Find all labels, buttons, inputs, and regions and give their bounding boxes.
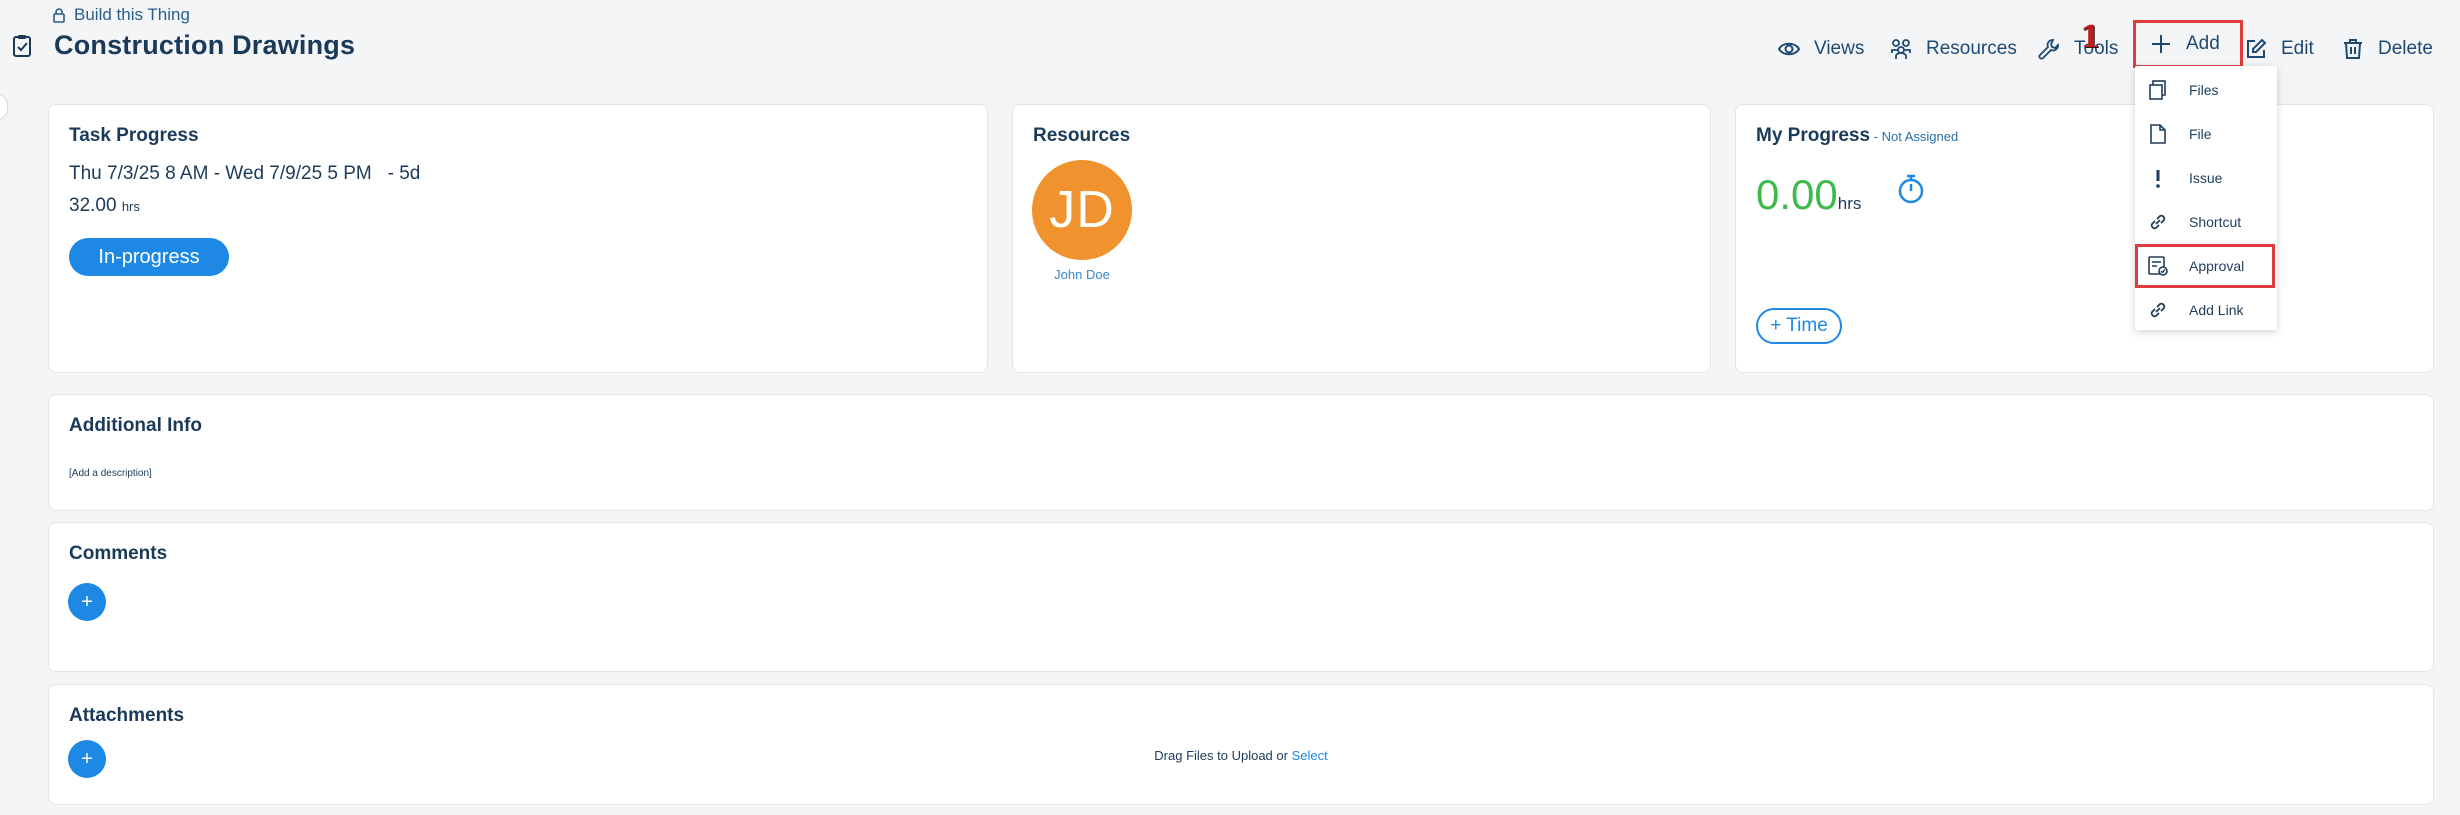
- people-icon: [1891, 39, 1911, 59]
- eye-icon: [1778, 42, 1800, 56]
- menu-item-files[interactable]: Files: [2135, 68, 2277, 112]
- views-button[interactable]: Views: [1778, 32, 1864, 66]
- add-description-link[interactable]: [Add a description]: [69, 468, 152, 479]
- menu-item-add-link[interactable]: Add Link: [2135, 288, 2277, 332]
- plus-icon: [2152, 35, 2170, 53]
- drag-upload-label: Drag Files to Upload or: [1154, 748, 1292, 763]
- attachments-card: Attachments + Drag Files to Upload or Se…: [48, 684, 2434, 805]
- delete-button[interactable]: Delete: [2342, 32, 2433, 66]
- files-icon: [2147, 79, 2169, 101]
- approval-icon: [2147, 255, 2169, 277]
- breadcrumb-label[interactable]: Build this Thing: [74, 5, 190, 25]
- link-icon: [2147, 211, 2169, 233]
- my-progress-heading: My Progress - Not Assigned: [1756, 125, 1958, 147]
- my-progress-card: My Progress - Not Assigned 0.00hrs + Tim…: [1735, 104, 2434, 373]
- drag-upload-text: Drag Files to Upload or Select: [49, 748, 2433, 763]
- status-badge[interactable]: In-progress: [69, 238, 229, 276]
- comments-card: Comments +: [48, 522, 2434, 672]
- edit-label: Edit: [2281, 38, 2314, 59]
- step-marker-1: 1: [2080, 20, 2101, 55]
- lock-icon: [53, 7, 65, 23]
- my-progress-title: My Progress: [1756, 125, 1871, 146]
- menu-item-label: Files: [2189, 82, 2219, 98]
- task-date-range: Thu 7/3/25 8 AM - Wed 7/9/25 5 PM - 5d: [69, 163, 421, 184]
- menu-item-label: Approval: [2189, 258, 2245, 274]
- menu-item-label: Issue: [2189, 170, 2223, 186]
- menu-item-label: Add Link: [2189, 302, 2244, 318]
- add-label: Add: [2186, 33, 2220, 54]
- menu-item-issue[interactable]: Issue: [2135, 156, 2277, 200]
- task-hours-value: 32.00: [69, 195, 117, 216]
- link-icon: [2147, 299, 2169, 321]
- task-clipboard-icon: [13, 34, 31, 57]
- additional-info-card: Additional Info [Add a description]: [48, 394, 2434, 511]
- resources-label: Resources: [1926, 38, 2017, 59]
- task-progress-heading: Task Progress: [69, 125, 199, 146]
- exclamation-icon: [2147, 167, 2169, 189]
- stopwatch-icon[interactable]: [1896, 173, 1926, 205]
- edit-icon: [2247, 38, 2267, 58]
- menu-item-label: Shortcut: [2189, 214, 2242, 230]
- add-button[interactable]: Add: [2133, 20, 2243, 68]
- comments-heading: Comments: [69, 543, 168, 564]
- breadcrumb[interactable]: Build this Thing: [52, 5, 190, 25]
- delete-label: Delete: [2378, 38, 2433, 59]
- resources-button[interactable]: Resources: [1890, 32, 2017, 66]
- resources-card: Resources JD John Doe: [1012, 104, 1711, 373]
- avatar[interactable]: JD: [1032, 160, 1132, 260]
- resource-name[interactable]: John Doe: [1032, 267, 1132, 282]
- resources-heading: Resources: [1033, 125, 1131, 146]
- add-comment-button[interactable]: +: [68, 583, 106, 621]
- wrench-icon: [2038, 39, 2059, 60]
- attachments-heading: Attachments: [69, 705, 185, 726]
- views-label: Views: [1814, 38, 1865, 59]
- menu-item-approval[interactable]: Approval: [2135, 244, 2275, 288]
- additional-info-heading: Additional Info: [69, 415, 202, 436]
- my-hours-value: 0.00: [1756, 171, 1838, 218]
- trash-icon: [2344, 39, 2362, 59]
- menu-item-label: File: [2189, 126, 2212, 142]
- add-time-button[interactable]: + Time: [1756, 308, 1842, 344]
- sidebar-toggle[interactable]: [0, 94, 8, 120]
- edit-button[interactable]: Edit: [2245, 32, 2314, 66]
- file-icon: [2147, 123, 2169, 145]
- select-files-link[interactable]: Select: [1292, 748, 1328, 763]
- tools-button[interactable]: Tools: [2038, 32, 2118, 66]
- menu-item-file[interactable]: File: [2135, 112, 2277, 156]
- my-hours: 0.00hrs: [1756, 171, 1861, 219]
- task-hours-unit: hrs: [121, 199, 140, 214]
- my-progress-status: - Not Assigned: [1870, 129, 1959, 144]
- menu-item-shortcut[interactable]: Shortcut: [2135, 200, 2277, 244]
- page-title: Construction Drawings: [54, 30, 356, 60]
- add-dropdown-menu: Files File Issue Shortcut Approval Add L…: [2135, 66, 2277, 330]
- task-hours: 32.00 hrs: [69, 195, 140, 217]
- my-hours-unit: hrs: [1837, 194, 1862, 213]
- title-row: Construction Drawings: [12, 30, 355, 61]
- task-progress-card: Task Progress Thu 7/3/25 8 AM - Wed 7/9/…: [48, 104, 988, 373]
